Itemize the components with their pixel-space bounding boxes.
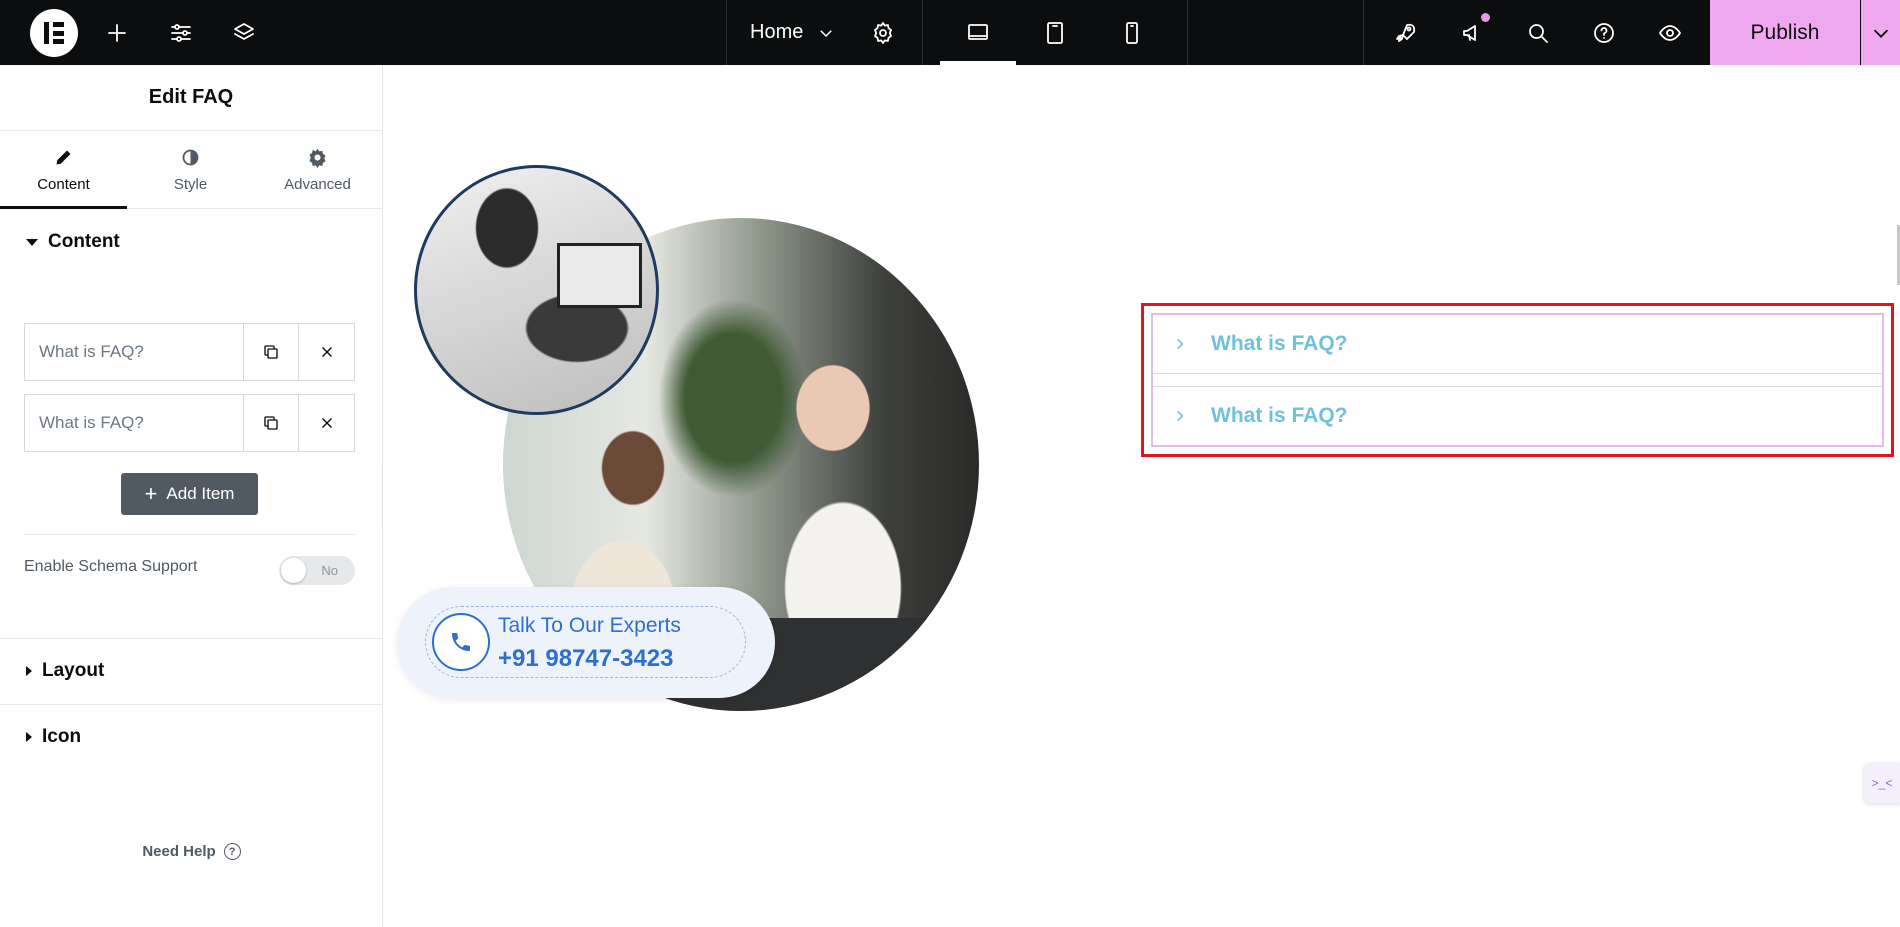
phone-icon [432,613,490,671]
chevron-right-icon [1177,338,1184,350]
pencil-icon [56,150,71,164]
layout-section-title: Layout [42,660,105,681]
duplicate-item-button[interactable] [244,324,299,380]
repeater-item[interactable]: What is FAQ? [24,323,355,381]
desktop-view-button[interactable] [946,0,1010,65]
icon-section-toggle[interactable]: Icon [0,704,383,770]
eye-icon [1659,24,1681,41]
plus-icon [108,23,126,42]
faq-widget[interactable]: What is FAQ? What is FAQ? [1151,313,1884,447]
whats-new-button[interactable] [1440,0,1504,65]
remove-item-button[interactable] [299,395,354,451]
faq-item[interactable]: What is FAQ? [1153,387,1882,445]
plus-icon: + [144,481,158,506]
cta-inner-border: Talk To Our Experts +91 98747-3423 [425,606,746,678]
page-selector[interactable]: Home [728,0,870,65]
repeater-item[interactable]: What is FAQ? [24,394,355,452]
gear-icon [309,148,326,168]
duplicate-item-button[interactable] [244,395,299,451]
tab-advanced-label: Advanced [284,175,351,193]
site-settings-button[interactable] [149,0,213,65]
publish-options-button[interactable] [1861,0,1900,65]
help-icon: ? [223,843,241,860]
chevron-down-icon [1873,29,1888,38]
caret-down-icon [26,238,38,246]
content-section-title: Content [48,231,120,252]
tablet-icon [1047,21,1063,44]
contact-cta[interactable]: Talk To Our Experts +91 98747-3423 [397,587,775,698]
tablet-view-button[interactable] [1023,0,1087,65]
photo-laptop-detail [557,243,642,308]
cta-title: Talk To Our Experts [498,614,681,637]
add-item-button[interactable]: + Add Item [121,473,258,515]
laptop-woman-photo [414,165,659,415]
active-tab-indicator [0,206,127,209]
icon-section-title: Icon [42,726,82,747]
toggle-knob [281,558,306,583]
mobile-icon [1126,21,1138,44]
search-icon [1529,23,1548,43]
page-settings-button[interactable] [851,0,915,65]
gear-icon [874,21,892,44]
caret-right-icon [26,666,32,676]
copy-icon [264,416,278,430]
help-button[interactable] [1572,0,1636,65]
finder-button[interactable] [1506,0,1570,65]
chevron-right-icon [1177,410,1184,422]
layers-icon [234,22,254,40]
notification-dot [1481,13,1490,22]
preview-button[interactable] [1638,0,1702,65]
schema-support-label: Enable Schema Support [24,558,198,575]
close-icon [321,418,332,428]
panel-tabs: Content Style Advanced [0,131,382,209]
sliders-icon [171,23,191,42]
desktop-icon [968,23,988,40]
megaphone-icon [1463,24,1476,41]
schema-support-toggle[interactable]: No [279,556,355,585]
layout-section-toggle[interactable]: Layout [0,638,383,704]
faq-question: What is FAQ? [1211,332,1348,355]
launchpad-button[interactable] [1373,0,1437,65]
caret-right-icon [26,732,32,742]
tab-content[interactable]: Content [0,131,127,208]
add-element-button[interactable] [85,0,149,65]
help-circle-icon [1594,22,1614,43]
faq-question: What is FAQ? [1211,404,1348,427]
tab-style-label: Style [173,175,208,193]
faq-item[interactable]: What is FAQ? [1153,315,1882,373]
close-icon [321,347,332,357]
divider [24,534,355,535]
remove-item-button[interactable] [299,324,354,380]
mobile-view-button[interactable] [1100,0,1164,65]
need-help-link[interactable]: Need Help ? [0,843,383,860]
half-circle-icon [182,149,199,165]
page-name: Home [750,21,804,43]
tab-content-label: Content [37,175,90,193]
publish-button[interactable]: Publish [1710,0,1860,65]
toggle-state-text: No [321,563,338,578]
content-section-toggle[interactable]: Content [0,209,382,275]
tab-style[interactable]: Style [127,131,254,208]
repeater-item-title[interactable]: What is FAQ? [25,324,244,380]
elementor-logo[interactable] [30,9,78,57]
structure-button[interactable] [212,0,276,65]
floating-side-widget[interactable]: >_< [1864,763,1900,803]
copy-icon [264,345,278,359]
editor-topbar: Home Publish [0,0,1900,65]
chevron-down-icon [820,29,833,37]
rocket-icon [1396,23,1416,42]
faq-separator [1153,373,1882,387]
panel-title: Edit FAQ [0,65,382,131]
tab-advanced[interactable]: Advanced [254,131,381,208]
repeater-item-title[interactable]: What is FAQ? [25,395,244,451]
need-help-label: Need Help [142,843,216,860]
cta-phone-number[interactable]: +91 98747-3423 [498,645,674,673]
add-item-label: Add Item [166,484,235,503]
